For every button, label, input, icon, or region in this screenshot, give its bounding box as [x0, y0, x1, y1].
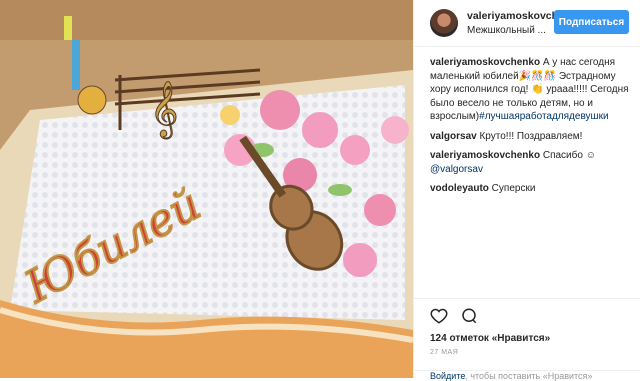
- post-photo: 𝄞 Юбилей: [0, 0, 413, 378]
- login-prompt-text: , чтобы поставить «Нравится»: [465, 371, 593, 381]
- post-actions: 124 отметок «Нравится» 27 МАЯ Войдите, ч…: [414, 298, 640, 381]
- likes-count[interactable]: 124 отметок «Нравится»: [430, 333, 550, 344]
- comment-item: valeriyamoskovchenko А у нас сегодня мал…: [430, 56, 630, 124]
- comment-username[interactable]: valeriyamoskovchenko: [430, 57, 540, 68]
- comment-text: Суперски: [488, 183, 536, 194]
- author-username[interactable]: valeriyamoskovch: [467, 10, 558, 22]
- follow-button[interactable]: Подписаться: [554, 10, 629, 34]
- action-icons: [430, 307, 478, 325]
- comment-text: Круто!!! Поздравляем!: [476, 130, 583, 142]
- post-date: 27 МАЯ: [430, 349, 459, 356]
- post-header: valeriyamoskovch Межшкольный ... Подписа…: [414, 0, 640, 47]
- mention-link[interactable]: @valgorsav: [430, 164, 483, 175]
- comment-item: valeriyamoskovchenko Спасибо ☺ @valgorsa…: [430, 149, 630, 176]
- comment-text: Спасибо ☺: [540, 150, 596, 161]
- comment-icon[interactable]: [460, 307, 478, 325]
- login-link[interactable]: Войдите: [430, 371, 465, 381]
- comment-username[interactable]: valgorsav: [430, 131, 477, 142]
- comment-username[interactable]: valeriyamoskovchenko: [430, 150, 540, 161]
- avatar[interactable]: [430, 9, 458, 37]
- login-prompt: Войдите, чтобы поставить «Нравится»: [414, 370, 640, 381]
- instagram-post: 𝄞 Юбилей valeriyamoskovch Межшкольный ..…: [0, 0, 640, 381]
- cake-image: 𝄞 Юбилей: [0, 0, 413, 378]
- post-sidebar: valeriyamoskovch Межшкольный ... Подписа…: [413, 0, 640, 381]
- heart-icon[interactable]: [430, 307, 448, 325]
- svg-text:𝄞: 𝄞: [150, 81, 178, 139]
- comments-list: valeriyamoskovchenko А у нас сегодня мал…: [430, 56, 630, 202]
- comment-item: vodoleyauto Суперски: [430, 182, 630, 196]
- comment-username[interactable]: vodoleyauto: [430, 183, 489, 194]
- hashtag-link[interactable]: #лучшаяработадлядевушки: [479, 111, 608, 122]
- comment-item: valgorsav Круто!!! Поздравляем!: [430, 130, 630, 144]
